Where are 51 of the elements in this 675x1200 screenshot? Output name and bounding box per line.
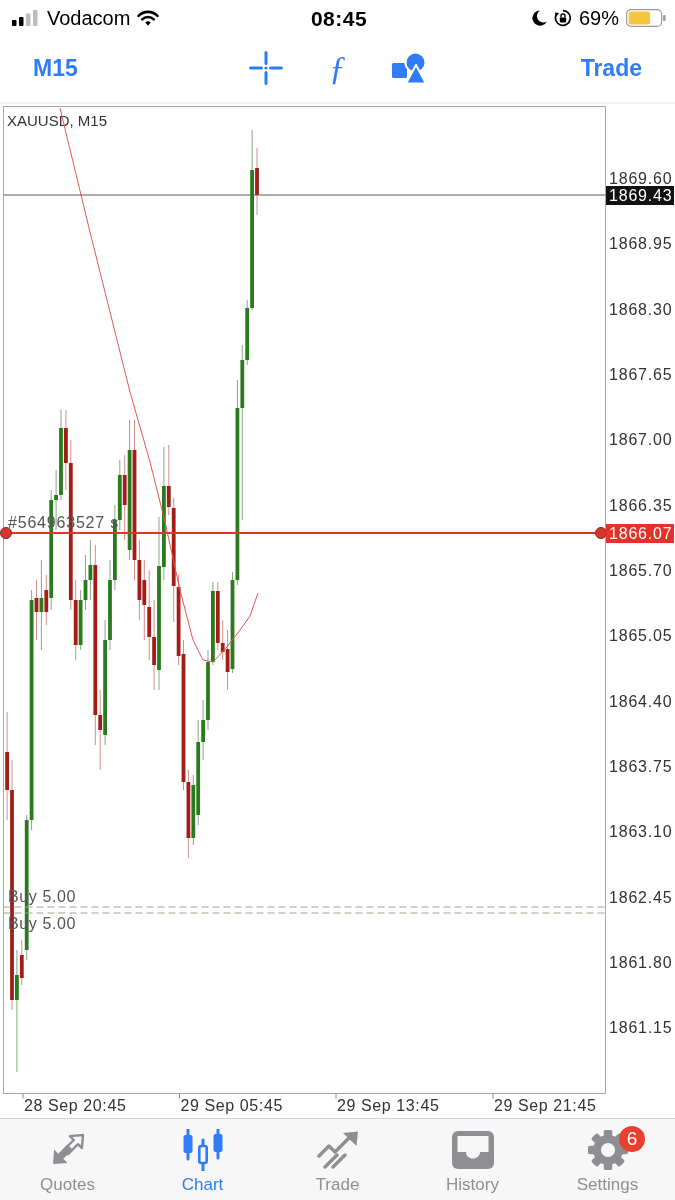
crosshair-icon[interactable] <box>249 51 283 85</box>
axis-tick <box>22 1093 24 1099</box>
price-axis-label: 1861.80 <box>609 953 673 971</box>
carrier-name: Vodacom <box>47 8 131 28</box>
bearish-candlestick <box>255 147 259 216</box>
axis-tick <box>335 1093 337 1099</box>
rotation-lock-icon <box>553 9 572 27</box>
wifi-icon <box>137 10 160 26</box>
price-axis-label: 1868.95 <box>609 235 673 253</box>
battery-icon <box>626 9 666 27</box>
time-axis-label: 29 Sep 05:45 <box>180 1097 283 1114</box>
tab[interactable]: History <box>446 1119 499 1200</box>
trend-arrow-icon <box>316 1131 359 1169</box>
notification-badge: 6 <box>619 1126 645 1152</box>
bearish-candlestick <box>34 579 39 641</box>
timeframe-button[interactable]: M15 <box>33 56 78 80</box>
price-axis-label: 1863.10 <box>609 823 673 841</box>
inbox-icon <box>451 1131 494 1169</box>
tab[interactable]: Chart <box>180 1119 225 1200</box>
order-price-tag: 1866.07 <box>606 524 674 543</box>
signal-icon <box>12 10 40 26</box>
current-price-tag: 1869.43 <box>606 186 674 205</box>
bearish-candlestick <box>19 939 24 986</box>
price-axis-label: 1862.45 <box>609 888 673 906</box>
tab[interactable]: Quotes <box>40 1119 95 1200</box>
price-axis-label: 1863.75 <box>609 757 673 775</box>
axis-tick <box>492 1093 494 1099</box>
bearish-candlestick <box>44 574 49 626</box>
shapes-icon[interactable] <box>392 52 426 84</box>
axis-tick <box>179 1093 180 1099</box>
indicators-button[interactable]: ƒ <box>327 51 348 85</box>
price-axis-label: 1865.70 <box>609 562 673 579</box>
price-axis-label: 1864.40 <box>609 692 673 710</box>
price-axis-label: 1867.65 <box>609 366 673 383</box>
battery-percent: 69% <box>578 8 619 28</box>
clock: 08:45 <box>310 7 368 29</box>
symbol-label: XAUUSD, M15 <box>7 112 108 129</box>
price-axis-label: 1861.15 <box>609 1019 673 1037</box>
price-axis-label: 1868.30 <box>609 300 673 318</box>
drag-handle[interactable] <box>595 527 607 539</box>
time-axis-label: 29 Sep 21:45 <box>494 1097 597 1114</box>
price-axis-label: 1869.60 <box>609 170 673 187</box>
price-axis-label: 1866.35 <box>609 496 673 514</box>
trade-button[interactable]: Trade <box>580 56 642 80</box>
tab[interactable]: Trade <box>315 1119 360 1200</box>
moon-icon <box>531 10 547 26</box>
price-axis-label: 1867.00 <box>609 431 673 449</box>
time-axis-label: 29 Sep 13:45 <box>337 1097 440 1114</box>
drag-handle[interactable] <box>0 527 12 539</box>
time-axis-label: 28 Sep 20:45 <box>24 1097 127 1114</box>
price-axis-label: 1865.05 <box>609 627 673 645</box>
